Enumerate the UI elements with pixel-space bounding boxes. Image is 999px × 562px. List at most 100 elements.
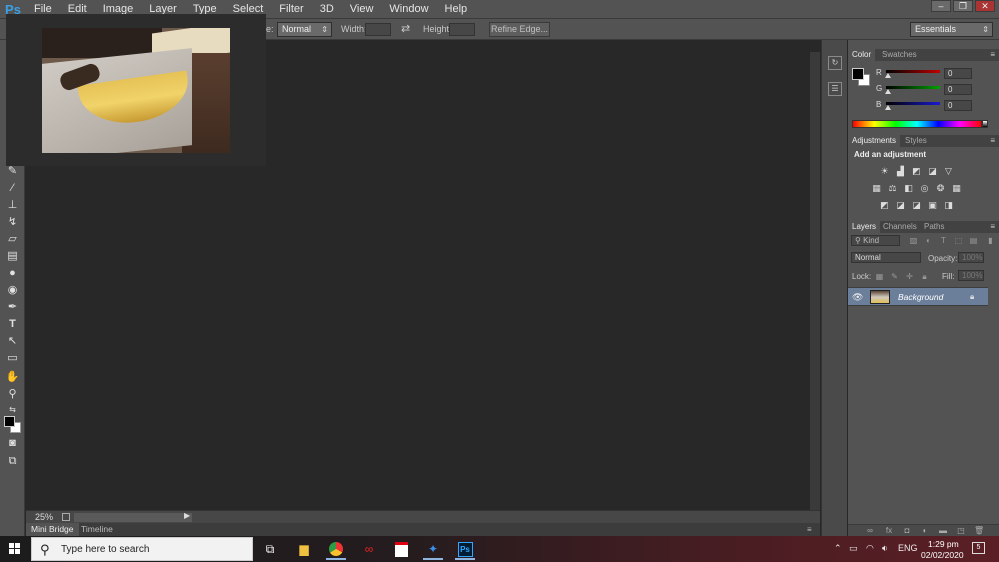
clock-date[interactable]: 02/02/2020 [921,550,964,560]
delete-layer-icon[interactable]: 🗑︎ [974,526,984,536]
foreground-color-swatch[interactable] [4,416,15,427]
tab-color[interactable]: Color [848,49,876,61]
pen-tool-icon[interactable]: ✒ [3,300,22,315]
lock-transparent-icon[interactable]: ▦ [875,272,884,281]
menu-view[interactable]: View [342,0,382,18]
tab-layers[interactable]: Layers [848,221,881,233]
green-value[interactable]: 0 [944,84,972,95]
brush-tool-icon[interactable]: ⁄ [3,181,22,196]
chrome-icon[interactable] [323,538,349,560]
fill-field[interactable]: 100% [958,270,984,281]
status-scroll-track[interactable] [74,513,192,522]
width-field[interactable] [365,23,391,36]
close-button[interactable]: ✕ [975,0,995,12]
properties-panel-icon[interactable]: ☰ [828,82,842,96]
tab-adjustments[interactable]: Adjustments [848,135,901,147]
path-selection-icon[interactable]: ↖ [3,334,22,349]
hue-saturation-icon[interactable]: ▦ [871,183,882,193]
exposure-icon[interactable]: ◪ [927,166,938,176]
language-indicator[interactable]: ENG [898,543,918,553]
black-white-ramp[interactable] [982,120,988,128]
new-group-icon[interactable]: ▬ [938,526,948,536]
panel-menu-icon[interactable]: ≡ [990,221,995,233]
windows-start-icon[interactable] [9,543,21,555]
filter-toggle-icon[interactable]: ▮ [986,236,995,245]
tab-paths[interactable]: Paths [920,221,948,233]
link-layers-icon[interactable]: ∞ [865,526,875,536]
adjustment-filter-icon[interactable]: ◐ [924,236,933,245]
tab-mini-bridge[interactable]: Mini Bridge [26,523,79,536]
red-slider[interactable] [886,70,940,73]
levels-icon[interactable]: ▟ [895,166,906,176]
type-tool-icon[interactable]: T [3,317,22,332]
swap-icon[interactable]: ⇄ [401,22,410,35]
battery-icon[interactable]: ▭ [849,543,858,554]
tab-styles[interactable]: Styles [901,135,931,147]
eye-icon[interactable]: 👁︎ [852,292,863,303]
history-brush-icon[interactable]: ↯ [3,215,22,230]
lock-position-icon[interactable]: ✛ [905,272,914,281]
adjustment-layer-icon[interactable]: ◐ [920,526,930,536]
green-slider[interactable] [886,86,940,89]
blue-slider[interactable] [886,102,940,105]
menu-window[interactable]: Window [381,0,436,18]
creative-cloud-icon[interactable]: ∞ [356,538,382,560]
clone-stamp-icon[interactable]: ⊥ [3,198,22,213]
wifi-icon[interactable]: ◠ [866,543,874,554]
type-filter-icon[interactable]: T [939,236,948,245]
azure-app-icon[interactable]: ✦ [420,538,446,560]
zoom-tool-icon[interactable]: ⚲ [3,387,22,402]
volume-icon[interactable]: 🔉︎ [882,543,888,554]
color-spectrum-bar[interactable] [852,120,982,128]
tab-swatches[interactable]: Swatches [878,49,921,61]
green-slider-thumb[interactable] [885,89,891,94]
blend-mode-select[interactable]: Normal [851,252,921,263]
vibrance-icon[interactable]: ▽ [943,166,954,176]
refine-edge-button[interactable]: Refine Edge... [489,22,550,37]
posterize-icon[interactable]: ◪ [895,200,906,210]
status-arrow-icon[interactable]: ▶ [184,511,190,520]
task-view-icon[interactable]: ⧉ [257,538,283,560]
panel-menu-icon[interactable]: ≡ [990,49,995,61]
file-explorer-icon[interactable]: ▆ [291,538,317,560]
channel-mixer-icon[interactable]: ❂ [935,183,946,193]
shape-filter-icon[interactable]: ⬚ [954,236,963,245]
curves-icon[interactable]: ◩ [911,166,922,176]
red-slider-thumb[interactable] [885,73,891,78]
gradient-map-icon[interactable]: ◨ [943,200,954,210]
invert-icon[interactable]: ◩ [879,200,890,210]
layer-row-background[interactable]: 👁︎ Background 🔒︎ [848,287,988,306]
threshold-icon[interactable]: ◪ [911,200,922,210]
restore-button[interactable]: ❐ [953,0,973,12]
layer-mask-icon[interactable]: ◘ [902,526,912,536]
clock-time[interactable]: 1:29 pm [928,539,959,549]
panel-menu-icon[interactable]: ≡ [802,523,817,536]
tab-timeline[interactable]: Timeline [76,523,118,536]
blue-slider-thumb[interactable] [885,105,891,110]
spot-healing-icon[interactable]: ✎ [3,164,22,179]
screen-mode-icon[interactable]: ⧉ [3,454,22,469]
new-layer-icon[interactable]: ◳ [956,526,966,536]
height-field[interactable] [449,23,475,36]
menu-3d[interactable]: 3D [312,0,342,18]
layer-filter-select[interactable]: ⚲ Kind [851,235,900,246]
lock-all-icon[interactable]: 🔒︎ [920,272,929,281]
swap-colors-icon[interactable]: ⇆ [3,402,22,417]
photoshop-taskbar-icon[interactable]: Ps [452,538,478,560]
status-info-icon[interactable] [62,513,70,521]
taskbar-search-box[interactable]: ⚲ Type here to search [31,537,253,561]
minimize-button[interactable]: – [931,0,951,12]
blue-value[interactable]: 0 [944,100,972,111]
smart-object-filter-icon[interactable]: ▤ [969,236,978,245]
zoom-level[interactable]: 25% [35,512,53,522]
eraser-tool-icon[interactable]: ▱ [3,232,22,247]
black-white-icon[interactable]: ◧ [903,183,914,193]
layer-name[interactable]: Background [898,292,943,302]
dodge-tool-icon[interactable]: ◉ [3,283,22,298]
brightness-contrast-icon[interactable]: ☀ [879,166,890,176]
chevron-up-icon[interactable]: ⌃ [834,543,842,554]
panel-menu-icon[interactable]: ≡ [990,135,995,147]
menu-filter[interactable]: Filter [271,0,311,18]
quick-mask-icon[interactable]: ◙ [3,436,22,451]
tab-channels[interactable]: Channels [879,221,921,233]
